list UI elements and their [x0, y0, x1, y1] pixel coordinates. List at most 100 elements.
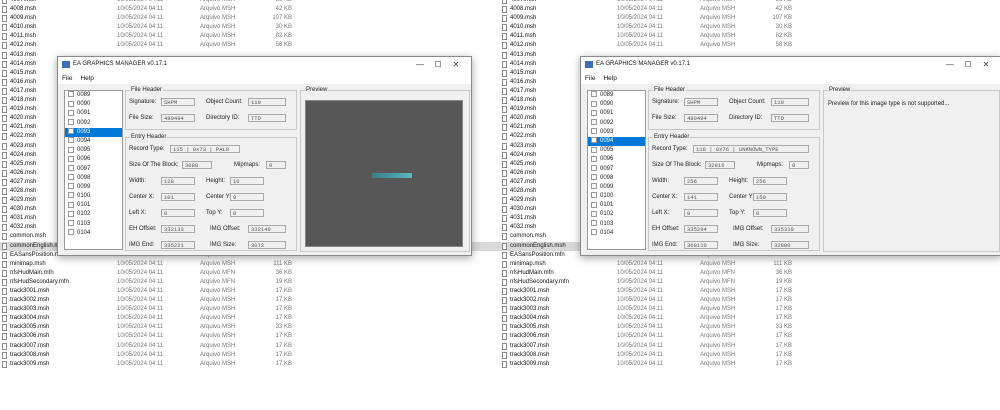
tree-item[interactable]: 0093 [65, 127, 122, 137]
file-row[interactable]: track3002.msh 10/05/2024 04:11 Arquivo M… [500, 296, 1000, 305]
tree-item[interactable]: 0098 [65, 174, 122, 183]
tree-item[interactable]: 0090 [65, 100, 122, 109]
menu-file[interactable]: File [585, 75, 595, 82]
expand-icon[interactable] [591, 109, 597, 116]
file-row[interactable]: 4011.msh 10/05/2024 04:11 Arquivo MSH 82… [500, 32, 1000, 41]
tree-item[interactable]: 0092 [65, 118, 122, 128]
expand-icon[interactable] [591, 128, 597, 135]
tree-item[interactable]: 0096 [65, 155, 122, 164]
file-row[interactable]: minimap.msh 10/05/2024 04:11 Arquivo MSH… [0, 260, 500, 269]
tree-item[interactable]: 0097 [588, 164, 645, 174]
expand-icon[interactable] [591, 229, 597, 236]
center-x-field[interactable]: 141 [684, 193, 718, 201]
width-field[interactable]: 256 [684, 177, 718, 185]
tree-item[interactable]: 0097 [65, 164, 122, 174]
left-x-field[interactable]: 0 [161, 209, 195, 217]
close-button[interactable]: ✕ [977, 60, 995, 69]
file-row[interactable]: track3004.msh 10/05/2024 04:11 Arquivo M… [0, 314, 500, 323]
expand-icon[interactable] [591, 100, 597, 107]
tree-item[interactable]: 0091 [588, 109, 645, 118]
tree-item[interactable]: 0100 [65, 192, 122, 201]
mipmaps-field[interactable]: 0 [789, 161, 809, 169]
file-row[interactable]: nfsHudSecondary.mfn 10/05/2024 04:11 Arq… [0, 278, 500, 287]
file-size-field[interactable]: 480494 [161, 114, 195, 122]
signature-field[interactable]: SHPM [161, 98, 195, 106]
expand-icon[interactable] [591, 118, 597, 125]
file-row[interactable]: track3003.msh 10/05/2024 04:11 Arquivo M… [0, 305, 500, 314]
record-type-field[interactable]: 115 | 0x73 | PAL8 [170, 145, 240, 153]
expand-icon[interactable] [68, 192, 74, 199]
tree-item[interactable]: 0104 [65, 229, 122, 238]
file-row[interactable]: track3001.msh 10/05/2024 04:11 Arquivo M… [0, 287, 500, 296]
file-row[interactable]: nfsHudMain.mfn 10/05/2024 04:11 Arquivo … [500, 269, 1000, 278]
center-y-field[interactable]: 150 [753, 193, 787, 201]
file-row[interactable]: track3009.msh 10/05/2024 04:11 Arquivo M… [500, 360, 1000, 369]
expand-icon[interactable] [591, 174, 597, 181]
img-end-field[interactable]: 335221 [161, 241, 195, 249]
file-row[interactable]: 4012.msh 10/05/2024 04:11 Arquivo MSH 58… [0, 41, 500, 50]
expand-icon[interactable] [591, 155, 597, 162]
file-row[interactable]: 4010.msh 10/05/2024 04:11 Arquivo MSH 30… [0, 23, 500, 32]
expand-icon[interactable] [68, 220, 74, 227]
file-row[interactable]: minimap.msh 10/05/2024 04:11 Arquivo MSH… [500, 260, 1000, 269]
menu-file[interactable]: File [62, 75, 72, 82]
entry-tree[interactable]: 0089 0090 0091 0092 0093 0094 0095 0096 … [587, 90, 646, 250]
expand-icon[interactable] [591, 164, 597, 171]
file-row[interactable]: track3001.msh 10/05/2024 04:11 Arquivo M… [500, 287, 1000, 296]
img-end-field[interactable]: 368110 [684, 241, 718, 249]
tree-item[interactable]: 0104 [588, 229, 645, 238]
directory-id-field[interactable]: TTD [771, 114, 809, 122]
expand-icon[interactable] [68, 201, 74, 208]
expand-icon[interactable] [68, 174, 74, 181]
expand-icon[interactable] [68, 229, 74, 236]
expand-icon[interactable] [68, 100, 74, 107]
file-row[interactable]: 4009.msh 10/05/2024 04:11 Arquivo MSH 10… [500, 14, 1000, 23]
height-field[interactable]: 16 [230, 177, 264, 185]
tree-item[interactable]: 0096 [588, 155, 645, 164]
record-type-field[interactable]: 118 | 0x76 | UNKNOWN_TYPE [693, 145, 809, 153]
object-count-field[interactable]: 110 [771, 98, 809, 106]
expand-icon[interactable] [591, 220, 597, 227]
expand-icon[interactable] [68, 137, 74, 144]
height-field[interactable]: 256 [753, 177, 787, 185]
expand-icon[interactable] [591, 146, 597, 153]
tree-item[interactable]: 0094 [65, 137, 122, 146]
tree-item[interactable]: 0103 [65, 220, 122, 229]
file-row[interactable]: track3005.msh 10/05/2024 04:11 Arquivo M… [0, 323, 500, 332]
tree-item[interactable]: 0099 [588, 183, 645, 192]
center-x-field[interactable]: 101 [161, 193, 195, 201]
tree-item[interactable]: 0094 [588, 136, 645, 147]
expand-icon[interactable] [591, 91, 597, 98]
file-row[interactable]: nfsHudMain.mfn 10/05/2024 04:11 Arquivo … [0, 269, 500, 278]
minimize-button[interactable]: — [411, 60, 429, 69]
tree-item[interactable]: 0095 [588, 146, 645, 155]
title-bar[interactable]: EA GRAPHICS MANAGER v0.17.1 — ☐ ✕ [581, 57, 1000, 73]
width-field[interactable]: 128 [161, 177, 195, 185]
close-button[interactable]: ✕ [447, 60, 465, 69]
object-count-field[interactable]: 110 [248, 98, 286, 106]
file-row[interactable]: track3006.msh 10/05/2024 04:11 Arquivo M… [500, 332, 1000, 341]
entry-tree[interactable]: 0089 0090 0091 0092 0093 0094 0095 0096 … [64, 90, 123, 250]
file-row[interactable]: track3007.msh 10/05/2024 04:11 Arquivo M… [0, 342, 500, 351]
file-row[interactable]: 4010.msh 10/05/2024 04:11 Arquivo MSH 30… [500, 23, 1000, 32]
file-row[interactable]: track3006.msh 10/05/2024 04:11 Arquivo M… [0, 332, 500, 341]
tree-item[interactable]: 0089 [65, 91, 122, 100]
block-size-field[interactable]: 3088 [182, 161, 212, 169]
tree-item[interactable]: 0095 [65, 146, 122, 155]
block-size-field[interactable]: 32816 [705, 161, 735, 169]
expand-icon[interactable] [591, 201, 597, 208]
minimize-button[interactable]: — [941, 60, 959, 69]
file-row[interactable]: 4012.msh 10/05/2024 04:11 Arquivo MSH 58… [500, 41, 1000, 50]
file-row[interactable]: track3008.msh 10/05/2024 04:11 Arquivo M… [500, 351, 1000, 360]
file-size-field[interactable]: 480494 [684, 114, 718, 122]
file-row[interactable]: track3007.msh 10/05/2024 04:11 Arquivo M… [500, 342, 1000, 351]
file-row[interactable]: 4008.msh 10/05/2024 04:11 Arquivo MSH 42… [500, 5, 1000, 14]
expand-icon[interactable] [68, 183, 74, 190]
top-y-field[interactable]: 0 [230, 209, 264, 217]
expand-icon[interactable] [68, 128, 74, 135]
expand-icon[interactable] [68, 91, 74, 98]
top-y-field[interactable]: 0 [753, 209, 787, 217]
tree-item[interactable]: 0093 [588, 128, 645, 137]
maximize-button[interactable]: ☐ [429, 60, 447, 69]
signature-field[interactable]: SHPM [684, 98, 718, 106]
